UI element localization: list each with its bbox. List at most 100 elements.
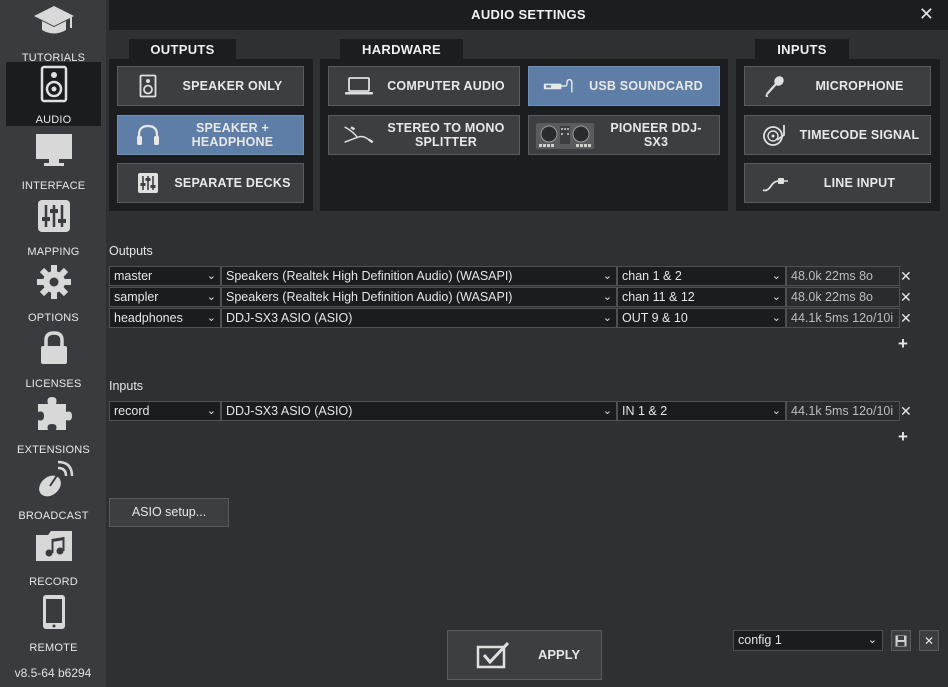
chevron-down-icon: ⌄ [771,312,781,324]
channels-select[interactable]: chan 11 & 12 ⌄ [617,287,786,307]
tab-inputs: INPUTS [755,39,849,60]
sidebar-item-mapping[interactable]: MAPPING [6,194,101,258]
title-bar: AUDIO SETTINGS ✕ [109,0,948,30]
channels-select[interactable]: chan 1 & 2 ⌄ [617,266,786,286]
usb-soundcard-icon [543,73,575,99]
microphone-button[interactable]: MICROPHONE [744,66,931,106]
line-input-button[interactable]: LINE INPUT [744,163,931,203]
sidebar-item-label: INTERFACE [21,180,86,192]
device-select[interactable]: Speakers (Realtek High Definition Audio)… [221,266,617,286]
channels-value: IN 1 & 2 [622,404,668,418]
window-title: AUDIO SETTINGS [471,7,586,22]
sidebar-item-label: LICENSES [25,378,82,390]
role-select[interactable]: sampler ⌄ [109,287,221,307]
chevron-down-icon: ⌄ [206,312,216,324]
delete-row-button[interactable]: ✕ [900,268,912,285]
save-config-button[interactable] [891,630,911,651]
button-label: PIONEER DDJ-SX3 [610,121,702,149]
tab-hardware: HARDWARE [340,39,463,60]
stereo-to-mono-splitter-button[interactable]: STEREO TO MONO SPLITTER [328,115,520,155]
config-select[interactable]: config 1 ⌄ [733,630,883,651]
role-value: sampler [114,290,159,304]
computer-audio-button[interactable]: COMPUTER AUDIO [328,66,520,106]
lock-icon [6,328,101,368]
device-select[interactable]: Speakers (Realtek High Definition Audio)… [221,287,617,307]
sidebar-item-label: REMOTE [29,642,78,654]
delete-row-button[interactable]: ✕ [900,289,912,306]
timecode-signal-button[interactable]: TIMECODE SIGNAL [744,115,931,155]
pioneer-ddj-sx3-button[interactable]: PIONEER DDJ-SX3 [528,115,720,155]
delete-row-button[interactable]: ✕ [900,310,912,327]
separate-decks-button[interactable]: SEPARATE DECKS [117,163,304,203]
device-value: DDJ-SX3 ASIO (ASIO) [226,311,353,325]
role-select[interactable]: record ⌄ [109,401,221,421]
sidebar-item-label: RECORD [29,576,78,588]
config-value: config 1 [738,633,782,647]
device-value: Speakers (Realtek High Definition Audio)… [226,290,513,304]
sliders-icon [6,196,101,236]
device-value: Speakers (Realtek High Definition Audio)… [226,269,513,283]
channels-select[interactable]: OUT 9 & 10 ⌄ [617,308,786,328]
broadcast-dish-icon [6,460,101,500]
sidebar-item-interface[interactable]: INTERFACE [6,128,101,192]
chevron-down-icon: ⌄ [206,270,216,282]
role-value: headphones [114,311,183,325]
add-input-button[interactable]: + [898,427,908,447]
turntable-icon [759,122,791,148]
apply-label: APPLY [538,647,581,662]
speaker-only-button[interactable]: SPEAKER ONLY [117,66,304,106]
button-label: USB SOUNDCARD [589,79,703,93]
speaker-headphone-button[interactable]: SPEAKER + HEADPHONE [117,115,304,155]
role-value: record [114,404,150,418]
add-output-button[interactable]: + [898,334,908,354]
graduation-cap-icon [6,2,101,42]
speaker-icon [132,73,164,99]
usb-soundcard-button[interactable]: USB SOUNDCARD [528,66,720,106]
version-label: v8.5-64 b6294 [14,666,92,680]
sidebar-item-record[interactable]: RECORD [6,524,101,588]
phone-icon [6,592,101,632]
device-select[interactable]: DDJ-SX3 ASIO (ASIO) ⌄ [221,401,617,421]
device-select[interactable]: DDJ-SX3 ASIO (ASIO) ⌄ [221,308,617,328]
asio-setup-button[interactable]: ASIO setup... [109,498,229,527]
button-label: SPEAKER ONLY [182,79,283,93]
device-value: DDJ-SX3 ASIO (ASIO) [226,404,353,418]
sidebar-item-remote[interactable]: REMOTE [6,590,101,654]
sidebar-item-label: BROADCAST [18,510,89,522]
apply-button[interactable]: APPLY [447,630,602,680]
music-folder-icon [6,526,101,566]
channels-value: OUT 9 & 10 [622,311,688,325]
audio-jack-icon [759,170,791,196]
role-value: master [114,269,153,283]
checkbox-check-icon [476,641,510,674]
role-select[interactable]: master ⌄ [109,266,221,286]
close-button[interactable]: ✕ [919,4,934,25]
channels-value: chan 1 & 2 [622,269,682,283]
sidebar-item-label: MAPPING [27,246,80,258]
sidebar-item-label: EXTENSIONS [17,444,90,456]
sidebar-item-audio[interactable]: AUDIO [6,62,101,126]
sidebar-item-broadcast[interactable]: BROADCAST [6,458,101,522]
inputs-section-label: Inputs [109,379,144,393]
channels-value: chan 11 & 12 [622,290,695,304]
chevron-down-icon: ⌄ [771,291,781,303]
channels-select[interactable]: IN 1 & 2 ⌄ [617,401,786,421]
tab-outputs: OUTPUTS [129,39,236,60]
sidebar: TUTORIALS AUDIO INTERFACE MAPPING OPTION… [0,0,106,687]
sidebar-item-options[interactable]: OPTIONS [6,260,101,324]
button-label: TIMECODE SIGNAL [799,128,920,142]
sidebar-item-extensions[interactable]: EXTENSIONS [6,392,101,456]
sidebar-item-licenses[interactable]: LICENSES [6,326,101,390]
monitor-icon [6,130,101,170]
delete-config-button[interactable]: ✕ [919,630,939,651]
gear-icon [6,262,101,302]
delete-row-button[interactable]: ✕ [900,403,912,420]
role-select[interactable]: headphones ⌄ [109,308,221,328]
sidebar-item-tutorials[interactable]: TUTORIALS [6,0,101,64]
chevron-down-icon: ⌄ [771,405,781,417]
outputs-section-label: Outputs [109,244,153,258]
chevron-down-icon: ⌄ [602,405,612,417]
button-label: COMPUTER AUDIO [387,79,505,93]
sidebar-item-label: OPTIONS [28,312,79,324]
device-info: 48.0k 22ms 8o [786,266,900,286]
